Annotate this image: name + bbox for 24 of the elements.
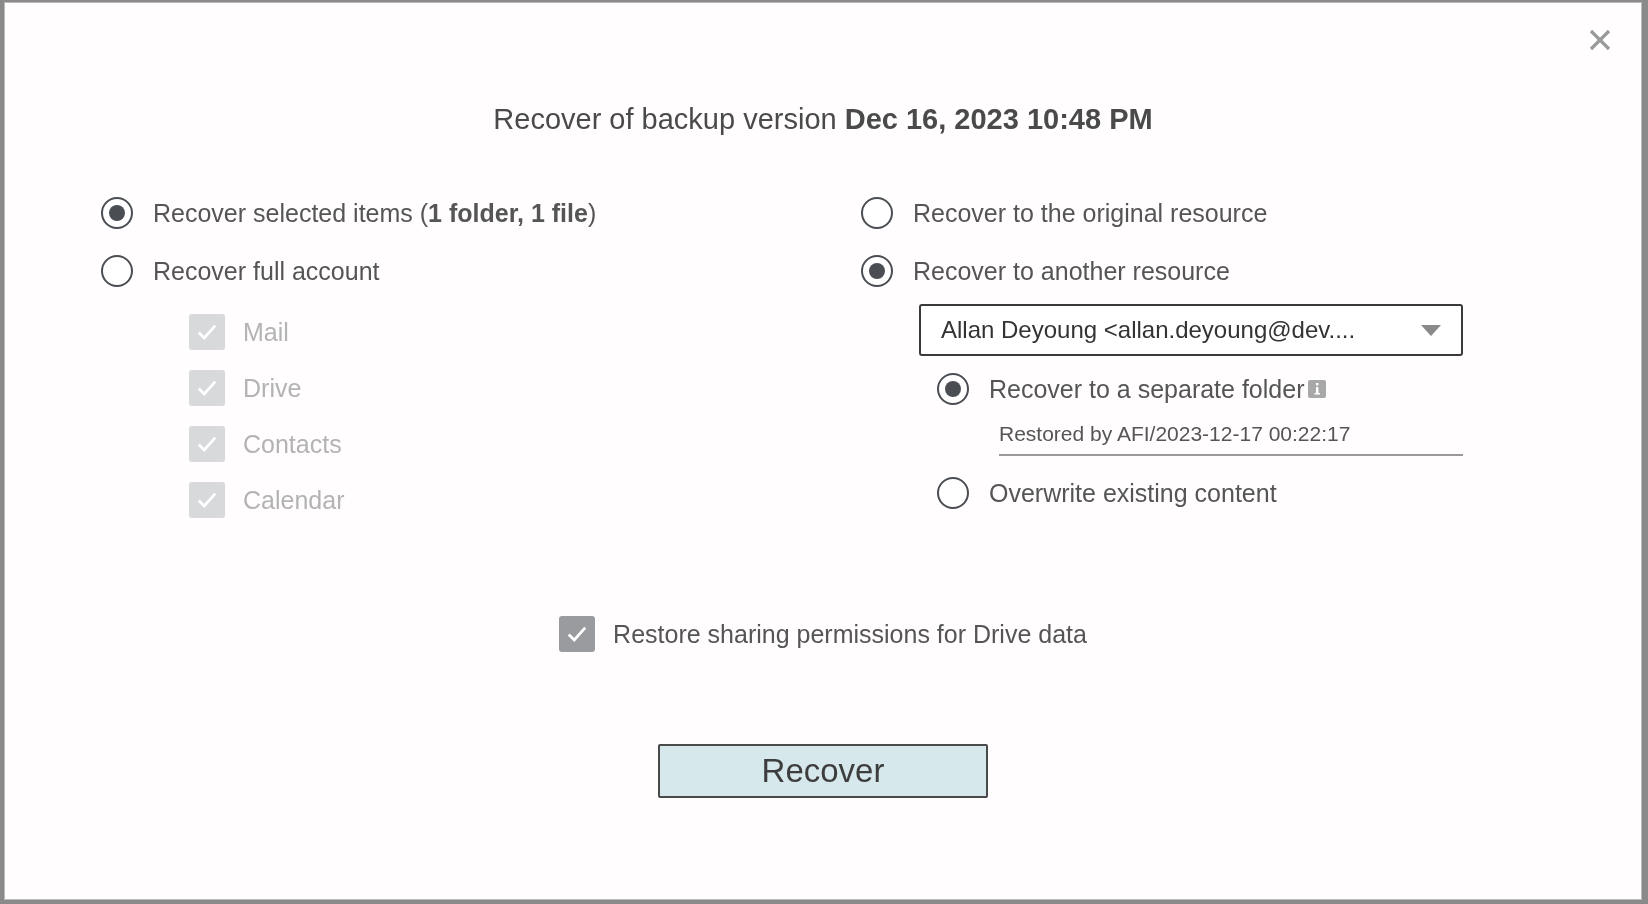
checkbox-label: Restore sharing permissions for Drive data xyxy=(613,619,1087,649)
dialog-title: Recover of backup version Dec 16, 2023 10:48 PM xyxy=(492,103,1154,136)
radio-button[interactable] xyxy=(937,373,969,405)
option-label: Recover to another resource xyxy=(913,256,1230,286)
option-label: Recover to a separate folder xyxy=(989,374,1305,404)
radio-button[interactable] xyxy=(861,255,893,287)
folder-name-field[interactable]: Restored by AFI/2023-12-17 00:22:17 xyxy=(999,418,1463,456)
checkbox-label: Mail xyxy=(243,317,289,347)
caret-icon xyxy=(1421,324,1441,336)
info-icon[interactable] xyxy=(1308,380,1327,398)
radio-button[interactable] xyxy=(861,197,893,229)
option-label: Recover full account xyxy=(153,256,380,286)
recover-button[interactable]: Recover xyxy=(658,744,988,798)
checkbox-label: Drive xyxy=(243,373,302,403)
option-label: Recover selected items (1 folder, 1 file) xyxy=(153,198,597,228)
radio-button[interactable] xyxy=(101,197,133,229)
checkbox-label: Calendar xyxy=(243,485,345,515)
option-label: Overwrite existing content xyxy=(989,478,1277,508)
radio-button[interactable] xyxy=(101,255,133,287)
checkbox-label: Contacts xyxy=(243,429,342,459)
radio-button[interactable] xyxy=(937,477,969,509)
checkbox[interactable] xyxy=(559,616,596,652)
resource-dropdown[interactable]: Allan Deyoung <allan.deyoung@dev.... xyxy=(919,304,1463,356)
option-label: Recover to the original resource xyxy=(913,198,1268,228)
